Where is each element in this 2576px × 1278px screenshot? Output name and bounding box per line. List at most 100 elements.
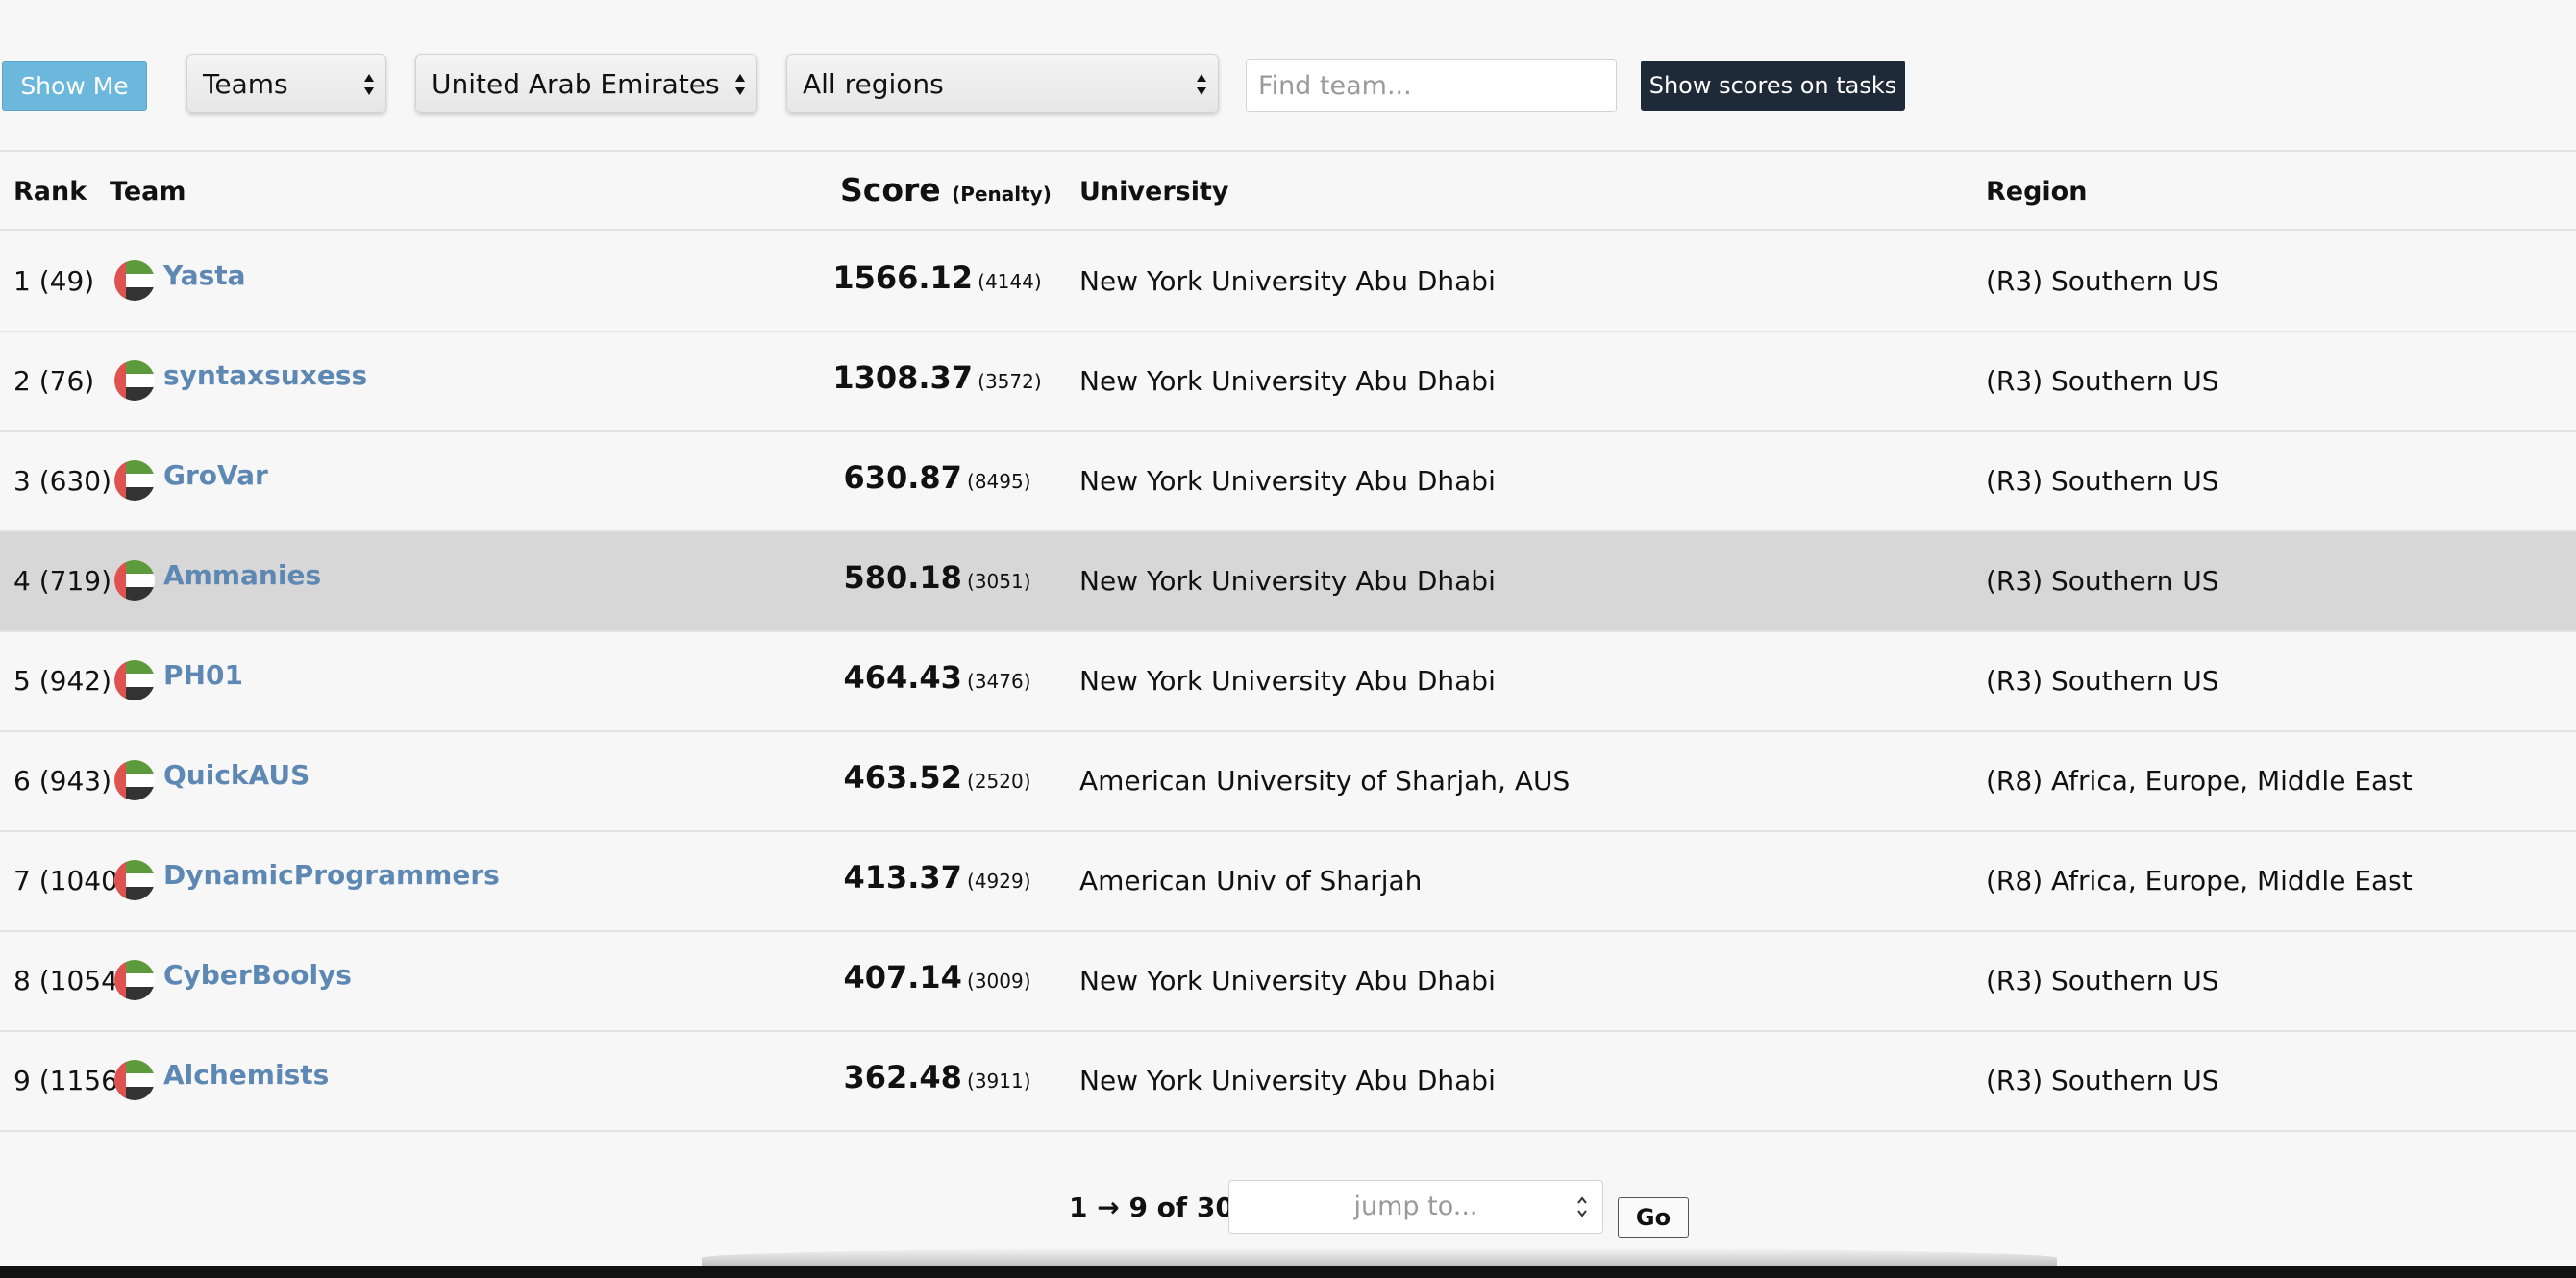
table-row: 4 (719) Ammanies 580.18 (3051) New York … [0,532,2576,632]
rank-cell: 6 (943) [13,765,112,797]
select-arrows-icon [1197,74,1206,95]
score-cell: 464.43 (3476) [827,659,1048,696]
region-select[interactable]: All regions [786,54,1219,113]
team-link[interactable]: syntaxsuxess [163,359,367,391]
team-link[interactable]: QuickAUS [163,759,310,791]
university-cell: American University of Sharjah, AUS [1079,765,1571,797]
penalty-value: (3009) [967,970,1031,993]
team-link[interactable]: PH01 [163,659,243,691]
uae-flag-icon [114,860,155,900]
uae-flag-icon [114,360,155,401]
score-value: 463.52 [843,759,962,796]
region-cell: (R3) Southern US [1986,265,2219,297]
jump-to-placeholder: jump to... [1353,1192,1478,1221]
rank-cell: 2 (76) [13,365,95,397]
header-region: Region [1986,177,2088,207]
rank-cell: 1 (49) [13,265,95,297]
score-cell: 1308.37 (3572) [827,359,1048,396]
rank-cell: 8 (1054) [13,965,129,996]
header-team: Team [110,177,186,207]
rank-cell: 7 (1040) [13,865,129,897]
university-cell: New York University Abu Dhabi [1079,965,1496,996]
score-value: 580.18 [843,559,962,596]
score-value: 630.87 [843,459,962,496]
university-cell: American Univ of Sharjah [1079,865,1423,897]
penalty-value: (3051) [967,570,1031,593]
team-link[interactable]: Ammanies [163,559,321,591]
score-cell: 362.48 (3911) [827,1059,1048,1095]
table-row: 3 (630) GroVar 630.87 (8495) New York Un… [0,432,2576,532]
uae-flag-icon [114,760,155,800]
pagination: 1 → 9 of 30. jump to... Go [0,1178,2576,1245]
rank-cell: 3 (630) [13,465,112,497]
spinner-arrows-icon[interactable] [1575,1193,1589,1220]
university-cell: New York University Abu Dhabi [1079,665,1496,697]
table-row: 9 (1156) Alchemists 362.48 (3911) New Yo… [0,1032,2576,1132]
region-cell: (R8) Africa, Europe, Middle East [1986,865,2413,897]
university-cell: New York University Abu Dhabi [1079,465,1496,497]
university-cell: New York University Abu Dhabi [1079,265,1496,297]
penalty-value: (3911) [967,1069,1031,1093]
penalty-value: (4929) [967,870,1031,893]
show-me-button[interactable]: Show Me [2,61,147,111]
type-select-value: Teams [203,67,288,100]
region-cell: (R3) Southern US [1986,665,2219,697]
show-scores-button[interactable]: Show scores on tasks [1641,61,1905,111]
team-link[interactable]: GroVar [163,459,268,491]
header-score-label: Score [840,171,941,209]
go-button[interactable]: Go [1618,1197,1689,1238]
country-select[interactable]: United Arab Emirates [415,54,757,113]
penalty-value: (3476) [967,670,1031,693]
score-cell: 1566.12 (4144) [827,259,1048,296]
find-team-input[interactable]: Find team... [1246,59,1617,112]
table-row: 5 (942) PH01 464.43 (3476) New York Univ… [0,632,2576,732]
uae-flag-icon [114,1060,155,1100]
region-cell: (R3) Southern US [1986,565,2219,597]
jump-to-input[interactable]: jump to... [1228,1180,1603,1234]
penalty-value: (2520) [967,770,1031,793]
team-link[interactable]: CyberBoolys [163,959,352,991]
table-row: 2 (76) syntaxsuxess 1308.37 (3572) New Y… [0,332,2576,432]
table-row: 1 (49) Yasta 1566.12 (4144) New York Uni… [0,233,2576,332]
score-value: 1308.37 [832,359,974,396]
score-value: 362.48 [843,1059,962,1095]
team-link[interactable]: Alchemists [163,1059,329,1091]
region-cell: (R3) Southern US [1986,365,2219,397]
university-cell: New York University Abu Dhabi [1079,365,1496,397]
region-cell: (R3) Southern US [1986,965,2219,996]
region-cell: (R3) Southern US [1986,465,2219,497]
score-value: 407.14 [843,959,962,995]
rank-cell: 5 (942) [13,665,112,697]
region-cell: (R8) Africa, Europe, Middle East [1986,765,2413,797]
header-university: University [1079,177,1229,207]
select-arrows-icon [735,74,745,95]
table-header: Rank Team Score (Penalty) University Reg… [0,154,2576,231]
header-score: Score (Penalty) [840,171,1052,209]
penalty-value: (8495) [967,470,1031,493]
rank-cell: 4 (719) [13,565,112,597]
region-cell: (R3) Southern US [1986,1065,2219,1096]
uae-flag-icon [114,560,155,601]
score-value: 464.43 [843,659,962,696]
header-rank: Rank [13,177,87,207]
score-cell: 407.14 (3009) [827,959,1048,995]
type-select[interactable]: Teams [186,54,386,113]
uae-flag-icon [114,960,155,1000]
team-link[interactable]: DynamicProgrammers [163,859,500,891]
uae-flag-icon [114,660,155,700]
university-cell: New York University Abu Dhabi [1079,565,1496,597]
table-row: 7 (1040) DynamicProgrammers 413.37 (4929… [0,832,2576,932]
score-cell: 630.87 (8495) [827,459,1048,496]
penalty-value: (3572) [978,370,1042,393]
rank-cell: 9 (1156) [13,1065,129,1096]
team-link[interactable]: Yasta [163,259,246,291]
score-cell: 463.52 (2520) [827,759,1048,796]
score-value: 1566.12 [832,259,974,296]
score-cell: 580.18 (3051) [827,559,1048,596]
select-arrows-icon [364,74,374,95]
pagination-summary: 1 → 9 of 30. [1069,1192,1245,1223]
country-select-value: United Arab Emirates [432,67,720,100]
header-penalty-label: (Penalty) [952,183,1052,206]
university-cell: New York University Abu Dhabi [1079,1065,1496,1096]
penalty-value: (4144) [978,270,1042,293]
